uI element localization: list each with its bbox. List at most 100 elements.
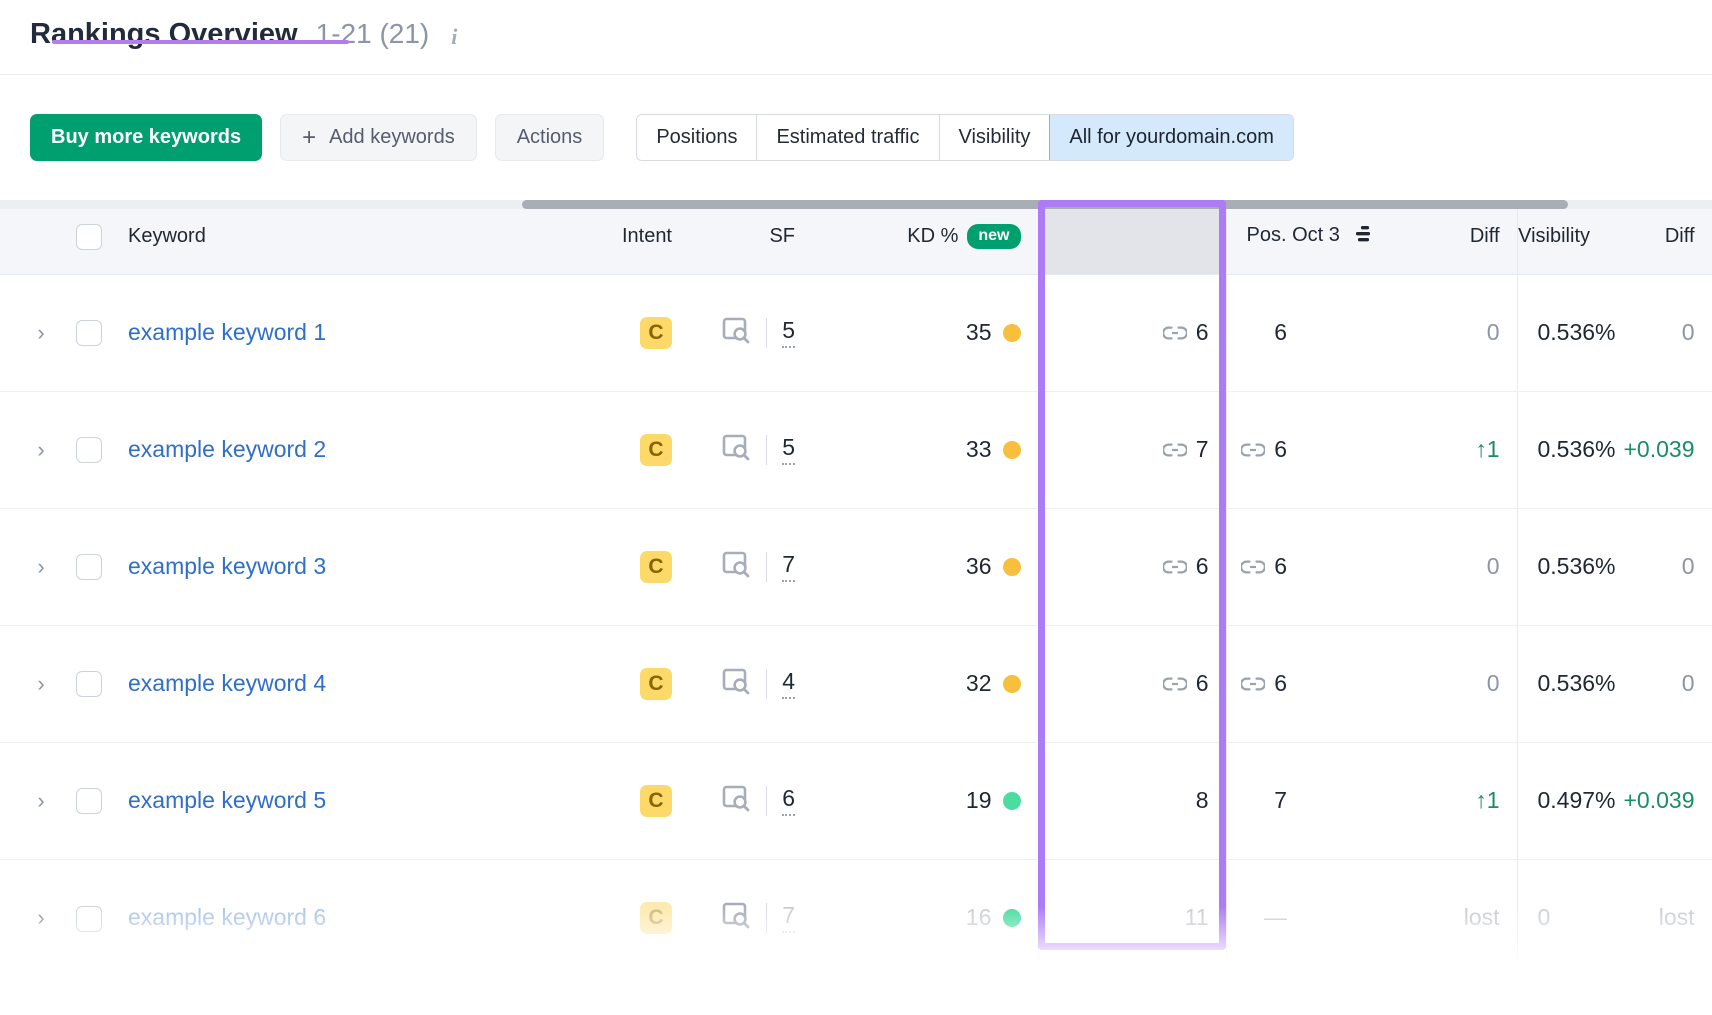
table-body: ›example keyword 1C5356600.536%00.05›exa… — [0, 274, 1712, 976]
info-icon[interactable]: i — [445, 26, 463, 48]
serp-feature-icon[interactable] — [721, 901, 751, 935]
sort-descending-icon[interactable] — [1354, 225, 1374, 249]
intent-spacer-cell — [473, 508, 546, 625]
serp-link-icon[interactable] — [1241, 670, 1265, 697]
row-checkbox-cell[interactable] — [70, 625, 128, 742]
tab-positions[interactable]: Positions — [637, 115, 756, 160]
sf-count[interactable]: 5 — [782, 317, 795, 348]
serp-feature-icon[interactable] — [721, 667, 751, 701]
diff-position-cell: 0 — [1319, 274, 1517, 391]
diff-visibility-cell: 0 — [1607, 625, 1712, 742]
expand-row-icon[interactable]: › — [30, 671, 52, 697]
row-checkbox[interactable] — [76, 554, 102, 580]
sf-count[interactable]: 7 — [782, 551, 795, 582]
table-row[interactable]: ›example keyword 5C61987↑10.497%+0.0390.… — [0, 742, 1712, 859]
actions-button[interactable]: Actions — [495, 114, 605, 161]
header-kd[interactable]: KD %new — [837, 200, 1038, 274]
intent-badge[interactable]: C — [640, 668, 672, 700]
table-row[interactable]: ›example keyword 4C4326600.536%00.01 — [0, 625, 1712, 742]
intent-badge[interactable]: C — [640, 317, 672, 349]
keyword-cell[interactable]: example keyword 6 — [128, 859, 473, 976]
expand-row-icon[interactable]: › — [30, 554, 52, 580]
sf-count[interactable]: 6 — [782, 785, 795, 816]
keyword-link[interactable]: example keyword 3 — [128, 553, 326, 579]
select-all-checkbox-cell[interactable] — [70, 200, 128, 274]
row-checkbox[interactable] — [76, 788, 102, 814]
header-sf[interactable]: SF — [696, 200, 837, 274]
header-diff-visibility[interactable]: Diff — [1607, 200, 1712, 274]
expand-row-icon[interactable]: › — [30, 437, 52, 463]
row-checkbox-cell[interactable] — [70, 742, 128, 859]
expand-row-icon[interactable]: › — [30, 905, 52, 931]
row-expander-cell[interactable]: › — [0, 274, 70, 391]
row-checkbox-cell[interactable] — [70, 859, 128, 976]
row-checkbox[interactable] — [76, 437, 102, 463]
row-expander-cell[interactable]: › — [0, 391, 70, 508]
serp-link-icon[interactable] — [1241, 436, 1265, 463]
intent-cell: C — [546, 742, 696, 859]
header-keyword-label: Keyword — [128, 225, 206, 247]
serp-feature-icon[interactable] — [721, 784, 751, 818]
horizontal-scrollbar-thumb[interactable] — [522, 200, 1568, 209]
intent-badge[interactable]: C — [640, 902, 672, 934]
header-diff-position[interactable]: Diff — [1319, 200, 1517, 274]
kd-cell: 33 — [837, 391, 1038, 508]
kd-value: 19 — [966, 787, 992, 814]
serp-link-icon[interactable] — [1163, 436, 1187, 463]
header-visibility[interactable]: Visibility — [1517, 200, 1607, 274]
row-expander-cell[interactable]: › — [0, 859, 70, 976]
table-row[interactable]: ›example keyword 6C71611—lost0lost — [0, 859, 1712, 976]
expand-row-icon[interactable]: › — [30, 788, 52, 814]
serp-link-icon[interactable] — [1241, 553, 1265, 580]
keyword-cell[interactable]: example keyword 5 — [128, 742, 473, 859]
intent-badge[interactable]: C — [640, 551, 672, 583]
row-checkbox[interactable] — [76, 320, 102, 346]
keyword-link[interactable]: example keyword 4 — [128, 670, 326, 696]
sf-count[interactable]: 7 — [782, 902, 795, 933]
table-row[interactable]: ›example keyword 1C5356600.536%00.05 — [0, 274, 1712, 391]
row-checkbox-cell[interactable] — [70, 391, 128, 508]
intent-badge[interactable]: C — [640, 785, 672, 817]
add-keywords-button[interactable]: + Add keywords — [280, 114, 477, 161]
serp-link-icon[interactable] — [1163, 319, 1187, 346]
serp-link-icon[interactable] — [1163, 553, 1187, 580]
header-keyword[interactable]: Keyword — [128, 200, 473, 274]
serp-feature-icon[interactable] — [721, 316, 751, 350]
sf-divider — [766, 318, 767, 348]
row-checkbox-cell[interactable] — [70, 274, 128, 391]
row-expander-cell[interactable]: › — [0, 625, 70, 742]
buy-more-keywords-button[interactable]: Buy more keywords — [30, 114, 262, 161]
sf-cell: 5 — [696, 391, 837, 508]
row-expander-cell[interactable]: › — [0, 742, 70, 859]
keyword-cell[interactable]: example keyword 4 — [128, 625, 473, 742]
expand-row-icon[interactable]: › — [30, 320, 52, 346]
header-pos-oct[interactable]: Pos. Oct 3 — [1226, 200, 1319, 274]
keyword-link[interactable]: example keyword 1 — [128, 319, 326, 345]
diff-position-value: 0 — [1487, 553, 1500, 579]
serp-feature-icon[interactable] — [721, 550, 751, 584]
table-row[interactable]: ›example keyword 2C53376↑10.536%+0.0390.… — [0, 391, 1712, 508]
serp-link-icon[interactable] — [1163, 670, 1187, 697]
row-expander-cell[interactable]: › — [0, 508, 70, 625]
header-intent[interactable]: Intent — [546, 200, 696, 274]
keyword-cell[interactable]: example keyword 3 — [128, 508, 473, 625]
select-all-checkbox[interactable] — [76, 224, 102, 250]
row-checkbox-cell[interactable] — [70, 508, 128, 625]
intent-badge[interactable]: C — [640, 434, 672, 466]
sf-count[interactable]: 4 — [782, 668, 795, 699]
tab-all-for-domain[interactable]: All for yourdomain.com — [1049, 115, 1293, 160]
keyword-cell[interactable]: example keyword 1 — [128, 274, 473, 391]
serp-feature-icon[interactable] — [721, 433, 751, 467]
row-checkbox[interactable] — [76, 906, 102, 932]
keyword-link[interactable]: example keyword 2 — [128, 436, 326, 462]
row-checkbox[interactable] — [76, 671, 102, 697]
keyword-link[interactable]: example keyword 6 — [128, 904, 326, 930]
keyword-cell[interactable]: example keyword 2 — [128, 391, 473, 508]
tab-estimated-traffic[interactable]: Estimated traffic — [756, 115, 938, 160]
pos-sep-cell: 6 — [1038, 508, 1226, 625]
table-row[interactable]: ›example keyword 3C7366600.536%00.04 — [0, 508, 1712, 625]
sf-count[interactable]: 5 — [782, 434, 795, 465]
tab-visibility[interactable]: Visibility — [939, 115, 1050, 160]
visibility-cell: 0.536% — [1517, 391, 1607, 508]
keyword-link[interactable]: example keyword 5 — [128, 787, 326, 813]
